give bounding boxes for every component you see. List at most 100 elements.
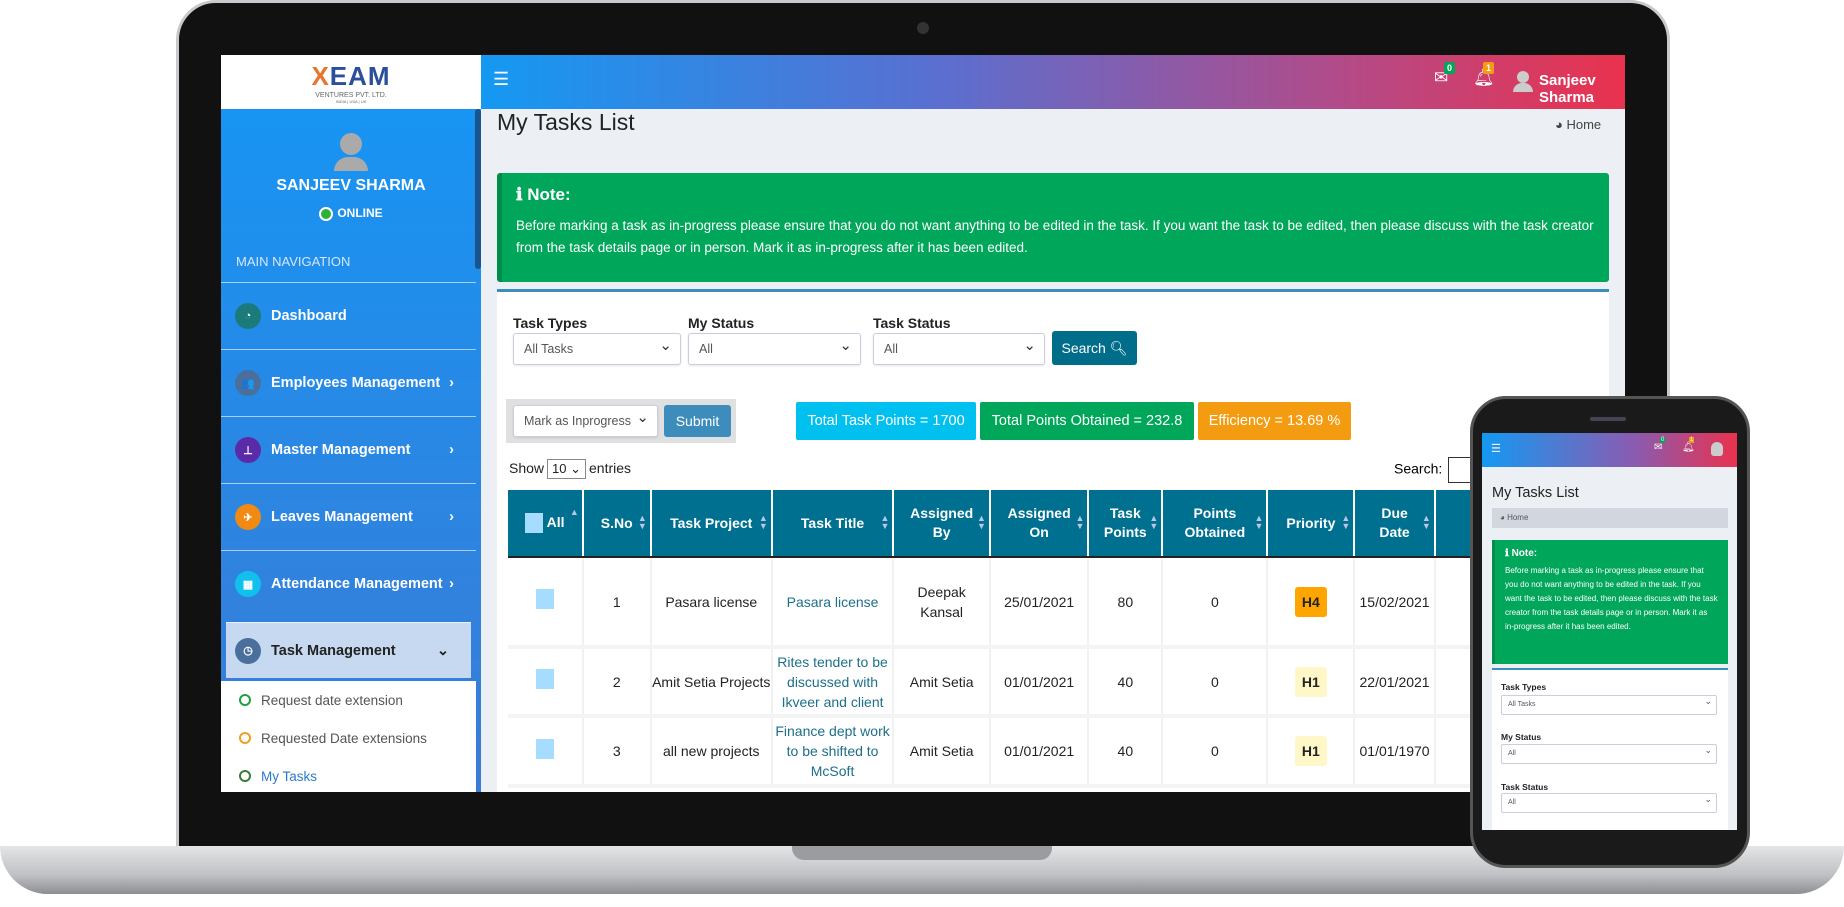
note-text: Before marking a task as in-progress ple…: [516, 218, 1594, 255]
phone-menu-toggle-icon[interactable]: ☰: [1491, 442, 1501, 455]
col-due-date[interactable]: Due Date ▲ ▼: [1354, 490, 1436, 558]
dashboard-icon: ◕: [1555, 117, 1567, 132]
sidebar-item-attendance[interactable]: ▦ Attendance Management ›: [221, 550, 476, 617]
header-user-name[interactable]: Sanjeev Sharma: [1539, 72, 1625, 106]
phone-my-status-select[interactable]: All: [1501, 744, 1717, 764]
sidebar-item-leaves[interactable]: ✈ Leaves Management ›: [221, 483, 476, 550]
row-checkbox[interactable]: [535, 589, 554, 609]
my-status-label: My Status: [688, 315, 755, 331]
search-icon: 🔍︎: [1105, 339, 1128, 356]
entries-select[interactable]: 10 ⌄: [547, 459, 587, 479]
phone-note-callout: ℹ Note: Before marking a task as in-progr…: [1492, 540, 1728, 664]
phone-breadcrumb[interactable]: ◕ Home: [1492, 508, 1728, 528]
task-submenu: Request date extension Requested Date ex…: [221, 681, 476, 792]
submenu-request-date-extension[interactable]: Request date extension: [221, 681, 476, 719]
logo-regions: INDIA | USA | UK: [335, 99, 367, 104]
dashboard-icon: ◕: [1500, 513, 1508, 522]
sidebar-item-employees[interactable]: 👥 Employees Management ›: [221, 349, 476, 416]
sidebar-item-master[interactable]: ⊥ Master Management ›: [221, 416, 476, 483]
phone-mail-icon[interactable]: ✉ 0: [1654, 437, 1666, 453]
sort-icon: ▲: [569, 507, 579, 517]
sort-icon: ▲ ▼: [1341, 513, 1351, 531]
phone-screen: ☰ ✉ 0 🔔︎ 1 My Tasks List ◕ Home ℹ Note: Bef…: [1482, 433, 1737, 830]
cell-project: Amit Setia Projects: [650, 647, 773, 718]
cell-task-points: 40: [1088, 647, 1164, 718]
sidebar-item-task-management[interactable]: ◷ Task Management ⌄: [226, 622, 471, 678]
col-task-title[interactable]: Task Title ▲ ▼: [771, 490, 895, 558]
col-task-project[interactable]: Task Project ▲ ▼: [650, 490, 773, 558]
logo[interactable]: XEAM VENTURES PVT. LTD. INDIA | USA | UK: [221, 55, 481, 109]
total-task-points-badge: Total Task Points = 1700: [796, 402, 976, 440]
col-points-obtained[interactable]: Points Obtained ▲ ▼: [1162, 490, 1269, 558]
sort-icon: ▲ ▼: [880, 513, 890, 531]
circle-icon: [239, 770, 251, 782]
sidebar-item-dashboard[interactable]: ◔ Dashboard: [221, 282, 476, 349]
phone-task-types-label: Task Types: [1501, 682, 1547, 692]
dashboard-icon: ◔: [235, 303, 261, 329]
phone-header: ☰ ✉ 0 🔔︎ 1: [1482, 433, 1737, 467]
mail-count-badge: 0: [1444, 62, 1456, 74]
header-avatar[interactable]: [1513, 71, 1533, 93]
task-status-select[interactable]: All: [873, 333, 1045, 365]
calendar-icon: ▦: [235, 571, 261, 597]
top-header: ☰ ✉ 0 🔔︎ 1 Sanjeev Sharma: [481, 55, 1625, 109]
cell-due-date: 01/01/1970: [1354, 716, 1436, 788]
chevron-right-icon: ›: [449, 576, 454, 592]
users-icon: 👥: [235, 370, 261, 396]
bell-icon[interactable]: 🔔︎ 1: [1473, 62, 1495, 88]
phone-page-title: My Tasks List: [1492, 485, 1579, 501]
phone-avatar[interactable]: [1711, 442, 1723, 456]
cell-sno: 1: [582, 557, 652, 649]
plane-icon: ✈: [235, 504, 261, 530]
laptop-notch: [792, 846, 1052, 860]
sitemap-icon: ⊥: [235, 437, 261, 463]
table-row[interactable]: 2 Amit Setia Projects Rites tender to be…: [508, 647, 1625, 718]
col-select-all[interactable]: All ▲: [508, 490, 584, 558]
search-button[interactable]: Search 🔍︎: [1052, 331, 1137, 365]
cell-task-title-link[interactable]: Finance dept work to be shifted to McSof…: [771, 716, 895, 788]
col-assigned-on[interactable]: Assigned On ▲ ▼: [989, 490, 1090, 558]
camera: [917, 22, 929, 34]
phone-filter-panel: Task Types All Tasks My Status All Task …: [1492, 668, 1728, 830]
cell-priority: H4: [1267, 557, 1356, 649]
breadcrumb-home[interactable]: ◕ Home: [1555, 117, 1601, 132]
cell-task-title-link[interactable]: Pasara license: [771, 557, 895, 649]
submenu-my-tasks[interactable]: My Tasks: [221, 757, 476, 792]
sort-icon: ▲ ▼: [637, 513, 647, 531]
phone-bell-icon[interactable]: 🔔︎ 1: [1682, 437, 1695, 453]
col-priority[interactable]: Priority ▲ ▼: [1267, 490, 1356, 558]
user-name: SANJEEV SHARMA: [276, 177, 426, 194]
cell-project: Pasara license: [650, 557, 773, 649]
my-status-select[interactable]: All: [688, 333, 861, 365]
submenu-requested-date-extensions[interactable]: Requested Date extensions: [221, 719, 476, 757]
col-assigned-by[interactable]: Assigned By ▲ ▼: [893, 490, 991, 558]
cell-points-obtained: 0: [1162, 557, 1269, 649]
menu-toggle-icon[interactable]: ☰: [493, 69, 509, 90]
col-sno[interactable]: S.No ▲ ▼: [582, 490, 652, 558]
sidebar: XEAM VENTURES PVT. LTD. INDIA | USA | UK…: [221, 55, 481, 792]
bulk-action-select[interactable]: Mark as Inprogress: [513, 405, 658, 437]
row-checkbox[interactable]: [535, 738, 554, 759]
cell-task-title-link[interactable]: Rites tender to be discussed with Ikveer…: [771, 647, 895, 718]
row-checkbox-cell: [508, 557, 584, 649]
task-types-select[interactable]: All Tasks: [513, 333, 681, 365]
mail-icon[interactable]: ✉ 0: [1434, 62, 1456, 88]
chevron-down-icon: ⌄: [436, 642, 449, 659]
submit-button[interactable]: Submit: [664, 405, 731, 437]
note-title: Note:: [527, 185, 571, 204]
row-checkbox[interactable]: [535, 669, 554, 689]
select-all-checkbox[interactable]: [525, 513, 544, 534]
tasks-table: All ▲ S.No ▲ ▼ Task Project ▲ ▼ Task Title ▲ ▼ …: [508, 490, 1625, 788]
phone-task-status-label: Task Status: [1501, 782, 1549, 792]
chevron-right-icon: ›: [449, 442, 454, 458]
table-row[interactable]: 1 Pasara license Pasara license Deepak K…: [508, 557, 1625, 649]
circle-icon: [239, 732, 251, 744]
cell-sno: 3: [582, 716, 652, 788]
chevron-right-icon: ›: [449, 509, 454, 525]
total-points-obtained-badge: Total Points Obtained = 232.8: [980, 402, 1194, 440]
phone-task-types-select[interactable]: All Tasks: [1501, 695, 1717, 715]
priority-badge: H4: [1294, 586, 1327, 617]
table-row[interactable]: 3 all new projects Finance dept work to …: [508, 716, 1625, 788]
col-task-points[interactable]: Task Points ▲ ▼: [1088, 490, 1164, 558]
phone-task-status-select[interactable]: All: [1501, 793, 1717, 813]
